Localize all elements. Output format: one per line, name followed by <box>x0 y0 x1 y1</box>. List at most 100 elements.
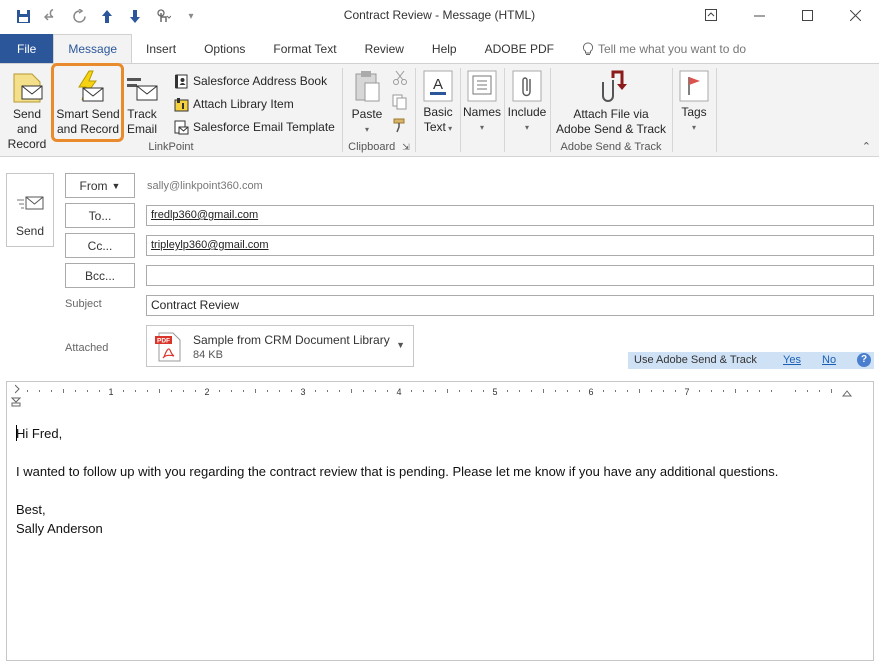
bcc-field[interactable] <box>146 265 874 286</box>
font-a-icon: A <box>423 70 453 102</box>
include-label: Include <box>507 105 547 119</box>
send-button[interactable]: Send <box>6 173 54 247</box>
attachment-dropdown-icon[interactable]: ▼ <box>396 340 405 350</box>
to-button[interactable]: To... <box>65 203 135 228</box>
adobe-yes-link[interactable]: Yes <box>783 354 801 366</box>
tab-options[interactable]: Options <box>190 34 259 63</box>
tab-review[interactable]: Review <box>351 34 418 63</box>
redo-icon[interactable] <box>68 6 90 26</box>
tab-insert[interactable]: Insert <box>132 34 190 63</box>
body-paragraph: I wanted to follow up with you regarding… <box>16 464 779 479</box>
ribbon-tabs: File Message Insert Options Format Text … <box>0 34 879 63</box>
ruler-tick <box>747 390 748 392</box>
tags-dropdown-icon: ▾ <box>691 123 696 132</box>
address-book-large-icon <box>467 70 497 102</box>
subject-field[interactable]: Contract Review <box>146 295 874 316</box>
format-painter-icon[interactable] <box>392 117 408 136</box>
attach-file-adobe-button[interactable]: Attach File via Adobe Send & Track <box>553 68 669 137</box>
ruler-tick <box>423 390 424 392</box>
send-label: Send <box>15 224 45 238</box>
quick-access-toolbar: ▾ <box>12 6 202 26</box>
customize-qat-icon[interactable]: ▾ <box>180 6 202 26</box>
tags-label: Tags <box>681 105 707 119</box>
adobe-no-link[interactable]: No <box>822 354 836 366</box>
track-email-button[interactable]: Track Email <box>122 68 162 137</box>
tell-me-box[interactable]: Tell me what you want to do <box>568 34 760 63</box>
attach-library-item-button[interactable]: Attach Library Item <box>174 94 294 114</box>
ruler-num-4: 4 <box>396 387 401 397</box>
ribbon-separator <box>415 68 416 152</box>
dialog-launcher-icon[interactable]: ⇲ <box>402 142 410 152</box>
ruler-tick <box>183 390 184 392</box>
tab-help[interactable]: Help <box>418 34 471 63</box>
help-icon[interactable]: ? <box>857 353 871 367</box>
close-icon[interactable] <box>831 0 879 30</box>
body-text[interactable]: Hi Fred, I wanted to follow up with you … <box>16 424 778 538</box>
arrow-up-icon[interactable] <box>96 6 118 26</box>
salesforce-address-book-button[interactable]: Salesforce Address Book <box>174 71 327 91</box>
ruler-tick <box>567 390 568 392</box>
copy-icon[interactable] <box>392 94 408 113</box>
svg-text:PDF: PDF <box>157 338 170 345</box>
paperclip-icon <box>512 70 542 102</box>
ruler-num-3: 3 <box>300 387 305 397</box>
ruler-tick <box>519 390 520 392</box>
save-icon[interactable] <box>12 6 34 26</box>
bcc-label: Bcc... <box>84 268 115 283</box>
basic-text-dropdown-icon: ▾ <box>445 124 453 133</box>
basic-text-button[interactable]: A Basic Text ▾ <box>419 66 457 136</box>
ruler-tick <box>387 390 388 392</box>
ruler-tick <box>819 390 820 392</box>
lightbulb-icon <box>582 41 594 55</box>
attachment-item[interactable]: PDF Sample from CRM Document Library 84 … <box>146 325 414 367</box>
ruler-tick <box>507 390 508 392</box>
send-envelope-icon <box>17 196 44 210</box>
library-icon <box>174 97 189 111</box>
names-button[interactable]: Names ▾ <box>461 66 503 135</box>
message-body[interactable]: 1 2 3 4 5 6 7 Hi Fred, I wanted to follo… <box>6 381 874 661</box>
touch-mode-icon[interactable] <box>152 6 174 26</box>
attach-file-label-2: Adobe Send & Track <box>555 122 667 136</box>
ruler-tick <box>603 390 604 392</box>
salesforce-email-template-button[interactable]: Salesforce Email Template <box>174 117 335 137</box>
group-label-clipboard: Clipboard <box>348 141 396 153</box>
maximize-icon[interactable] <box>783 0 831 30</box>
ruler-tick <box>39 390 40 392</box>
to-field[interactable]: fredlp360@gmail.com <box>146 205 874 226</box>
ruler-num-6: 6 <box>588 387 593 397</box>
bcc-button[interactable]: Bcc... <box>65 263 135 288</box>
group-clipboard: Paste ▾ Clipboard ⇲ <box>343 66 415 154</box>
attachment-name: Sample from CRM Document Library <box>193 333 390 347</box>
flag-icon <box>679 70 709 102</box>
tags-button[interactable]: Tags ▾ <box>676 66 712 135</box>
cc-recipient[interactable]: tripleylp360@gmail.com <box>151 239 269 251</box>
undo-icon[interactable] <box>40 6 62 26</box>
to-recipient[interactable]: fredlp360@gmail.com <box>151 209 258 221</box>
tab-file[interactable]: File <box>0 34 54 63</box>
cut-icon[interactable] <box>392 70 408 89</box>
ruler-num-2: 2 <box>204 387 209 397</box>
paste-button[interactable]: Paste ▾ <box>349 68 385 137</box>
ruler-tick <box>135 390 136 392</box>
send-and-record-button[interactable]: Send and Record <box>2 68 52 152</box>
hanging-indent-icon[interactable] <box>10 396 22 410</box>
collapse-ribbon-icon[interactable]: ⌃ <box>862 140 871 153</box>
ruler-tick <box>411 390 412 392</box>
cc-field[interactable]: tripleylp360@gmail.com <box>146 235 874 256</box>
ruler-tick <box>51 390 52 392</box>
tab-format-text[interactable]: Format Text <box>259 34 350 63</box>
tab-message[interactable]: Message <box>53 34 133 63</box>
adobe-attach-icon <box>602 70 627 102</box>
include-button[interactable]: Include ▾ <box>505 66 549 135</box>
salesforce-address-book-label: Salesforce Address Book <box>193 74 328 88</box>
svg-text:A: A <box>433 76 443 93</box>
ruler-tick <box>531 390 532 392</box>
from-button[interactable]: From ▼ <box>65 173 135 198</box>
arrow-down-icon[interactable] <box>124 6 146 26</box>
ribbon-display-icon[interactable] <box>687 0 735 30</box>
minimize-icon[interactable] <box>735 0 783 30</box>
ruler: 1 2 3 4 5 6 7 <box>15 384 859 397</box>
tab-adobe-pdf[interactable]: ADOBE PDF <box>471 34 568 63</box>
track-email-label-2: Email <box>126 122 157 136</box>
cc-button[interactable]: Cc... <box>65 233 135 258</box>
